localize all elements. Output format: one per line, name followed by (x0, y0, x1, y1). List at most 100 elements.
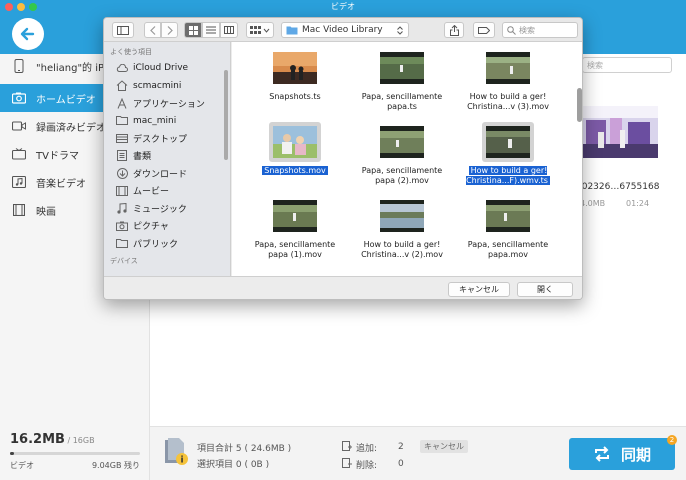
window-titlebar: ビデオ (0, 0, 686, 14)
tv-icon (12, 147, 26, 161)
sidebar-item-label: mac_mini (133, 115, 177, 126)
nav-back-button[interactable] (144, 22, 161, 38)
file-item[interactable]: Papa, sencillamente papa (1).mov (245, 196, 345, 268)
video-thumbnail[interactable] (580, 106, 658, 158)
nav-forward-button[interactable] (161, 22, 178, 38)
file-item[interactable]: Papa, sencillamente papa (2).mov (352, 122, 452, 194)
applications-icon (116, 97, 128, 109)
file-grid-scrollbar[interactable] (577, 88, 582, 122)
search-icon (507, 25, 516, 35)
arrange-icon (250, 25, 270, 34)
cloud-icon (116, 62, 128, 74)
music-icon (116, 202, 128, 214)
dialog-open-button[interactable]: 開く (517, 282, 573, 297)
cancel-pending-button[interactable]: キャンセル (420, 440, 468, 453)
search-input[interactable]: 検索 (582, 57, 672, 73)
delete-count: 0 (398, 459, 404, 469)
back-button[interactable] (12, 18, 44, 50)
sidebar-item-desktop[interactable]: デスクトップ (116, 130, 187, 146)
sidebar-item-public[interactable]: パブリック (116, 235, 178, 251)
video-thumbnail (273, 126, 317, 158)
sidebar-toggle-button[interactable] (112, 22, 134, 38)
sidebar-item-label: scmacmini (133, 80, 182, 91)
list-icon (206, 26, 216, 34)
delete-label: 削除: (356, 461, 378, 471)
video-thumbnail (273, 200, 317, 232)
sidebar-item-label: ムービー (133, 187, 170, 197)
tag-button[interactable] (473, 22, 495, 38)
sidebar-item-label: 音楽ビデオ (36, 178, 86, 190)
sidebar-item-mac-mini[interactable]: mac_mini (116, 113, 176, 129)
file-label: Papa, sencillamente papa (2).mov (361, 166, 443, 185)
desktop-icon (116, 132, 128, 144)
video-recorder-icon (12, 119, 26, 133)
sidebar-item-label: iCloud Drive (133, 63, 189, 73)
file-label: Snapshots.mov (262, 166, 328, 175)
sidebar-item-label: 録画済みビデオ (36, 122, 106, 134)
file-item[interactable]: Snapshots.ts (245, 48, 345, 120)
file-label: How to build a ger! Christina...v (2).mo… (361, 240, 443, 259)
chevron-right-icon (167, 25, 173, 35)
video-duration: 01:24 (626, 199, 650, 208)
sidebar-icon (117, 25, 129, 35)
dialog-cancel-button[interactable]: キャンセル (448, 282, 510, 297)
add-label: 追加: (356, 444, 378, 454)
dialog-sidebar: よく使う項目 iCloud Drive scmacmini アプリケーション m… (104, 42, 231, 276)
sidebar-item-home[interactable]: scmacmini (116, 78, 181, 94)
sidebar-item-music[interactable]: ミュージック (116, 200, 187, 216)
column-view-button[interactable] (220, 22, 238, 38)
dialog-footer: キャンセル 開く (104, 276, 582, 299)
list-view-button[interactable] (202, 22, 220, 38)
open-file-dialog: Mac Video Library 検索 よく使う項目 iCloud Drive… (103, 17, 583, 300)
storage-info: 16.2MB / 16GB ビデオ 9.04GB 残り (10, 432, 150, 470)
video-size: 4.0MB (580, 199, 606, 208)
file-label: Papa, sencillamente papa.mov (467, 240, 549, 259)
share-icon (449, 24, 459, 36)
dialog-toolbar: Mac Video Library 検索 (104, 18, 582, 42)
file-item[interactable]: Papa, sencillamente papa.mov (458, 196, 558, 268)
chevron-updown-icon (397, 26, 403, 35)
tag-icon (478, 26, 490, 34)
favorites-heading: よく使う項目 (110, 48, 152, 56)
dialog-search-placeholder: 検索 (519, 25, 535, 35)
storage-remaining: 9.04GB 残り (91, 461, 140, 470)
sidebar-item-icloud-drive[interactable]: iCloud Drive (116, 60, 188, 76)
movie-icon (116, 185, 128, 197)
film-icon (12, 203, 26, 217)
storage-category: ビデオ (10, 461, 34, 470)
dialog-search-input[interactable]: 検索 (502, 22, 578, 38)
file-item-selected[interactable]: Snapshots.mov (245, 122, 345, 194)
sidebar-item-documents[interactable]: 書類 (116, 148, 151, 164)
folder-icon (116, 237, 128, 249)
folder-icon (286, 26, 298, 35)
arrange-button[interactable] (246, 22, 274, 38)
video-thumbnail (273, 52, 317, 84)
sidebar-item-label: デスクトップ (133, 134, 188, 145)
total-items: 項目合計 5 ( 24.6MB ) (197, 444, 292, 454)
camera-icon (116, 220, 128, 232)
video-thumbnail (486, 200, 530, 232)
grid-icon (188, 25, 198, 35)
sidebar-item-label: パブリック (133, 239, 179, 250)
sidebar-item-applications[interactable]: アプリケーション (116, 95, 205, 111)
folder-icon (116, 115, 128, 127)
sidebar-item-pictures[interactable]: ピクチャ (116, 218, 169, 234)
sidebar-item-downloads[interactable]: ダウンロード (116, 165, 187, 181)
file-item[interactable]: Papa, sencillamente papa.ts (352, 48, 452, 120)
storage-used: 16.2MB (10, 432, 65, 447)
location-popup[interactable]: Mac Video Library (281, 22, 409, 38)
add-count: 2 (398, 442, 404, 452)
file-item[interactable]: How to build a ger! Christina...v (3).mo… (458, 48, 558, 120)
add-file-icon (342, 441, 352, 454)
file-item[interactable]: How to build a ger! Christina...v (2).mo… (352, 196, 452, 268)
video-thumbnail (380, 126, 424, 158)
share-button[interactable] (444, 22, 464, 38)
sidebar-scrollbar[interactable] (224, 70, 228, 160)
sidebar-item-movies[interactable]: ムービー (116, 183, 169, 199)
video-filename: 502326…6755168 (576, 182, 660, 192)
sync-button[interactable]: 同期 (569, 438, 675, 470)
file-item-selected[interactable]: How to build a ger! Christina...F).wmv.t… (458, 122, 558, 194)
icon-view-button[interactable] (184, 22, 202, 38)
home-icon (116, 80, 128, 92)
window-title: ビデオ (331, 2, 355, 11)
